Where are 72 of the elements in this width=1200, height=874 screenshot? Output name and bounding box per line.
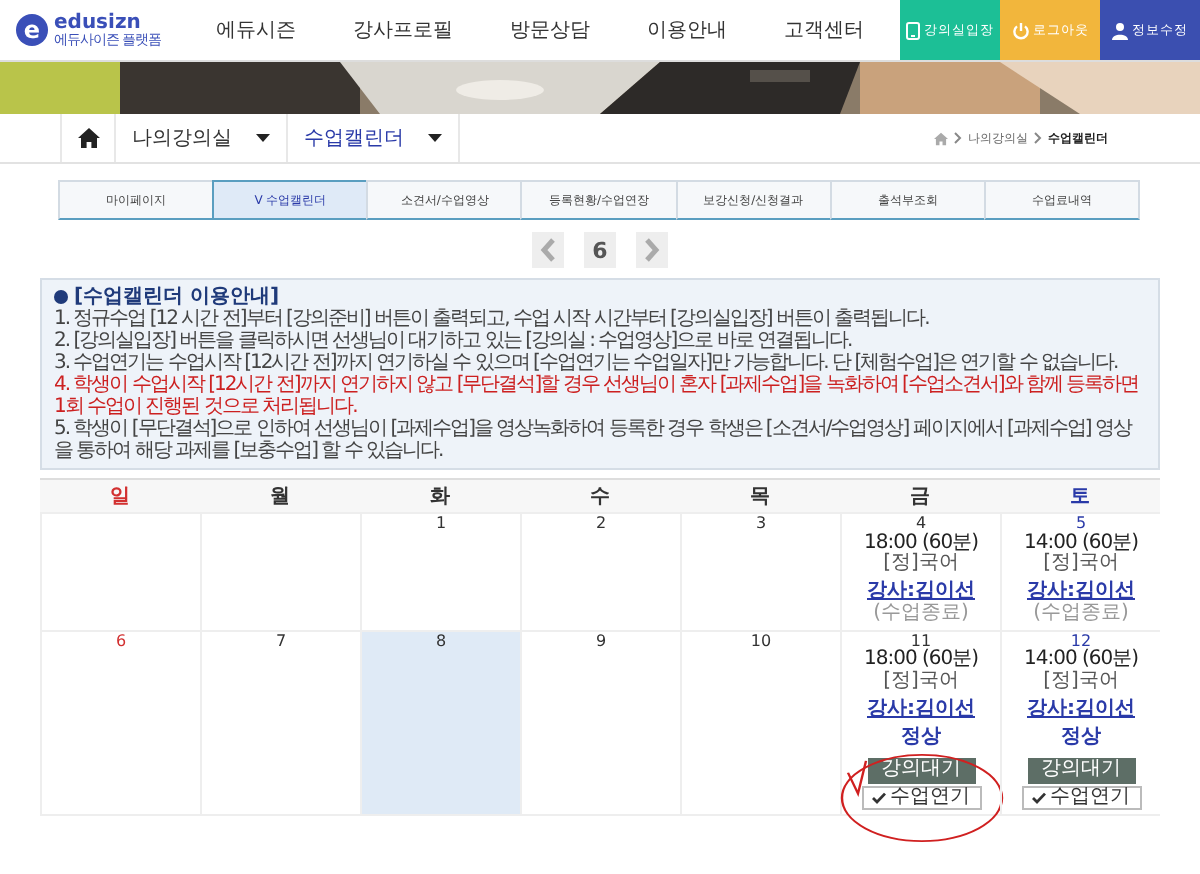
home-icon	[77, 128, 99, 148]
weekday-header: 화	[428, 484, 452, 512]
teacher-link[interactable]: 강사:김이선	[1027, 700, 1135, 722]
lesson-subject: [정]국어	[883, 672, 959, 695]
caret-icon	[428, 134, 442, 142]
teacher-link[interactable]: 강사:김이선	[1027, 582, 1135, 605]
notice-text: 5. 학생이 [무단결석]으로 인하여 선생님이 [과제수업]을 영상녹화하여 등록한 경우 학생은 [소견서/수업영상] 페이지에서 [과제수업] 영상을 통하여 해당 과제를 [보충수업] 할 수 있습니다.	[54, 418, 1134, 462]
day-number: 10	[750, 633, 772, 651]
lesson-subject: [정]국어	[1043, 554, 1119, 577]
lesson-time: 18:00 (60분)	[863, 650, 979, 671]
dropdown-menu[interactable]: 수업캘린더	[288, 114, 460, 162]
teacher-link[interactable]: 강사:김이선	[867, 700, 975, 722]
notice-text: 2. [강의실입장] 버튼을 클릭하시면 선생님이 대기하고 있는 [강의실 : 수업영상]으로 바로 연결됩니다.	[54, 330, 854, 352]
day-number: 9	[595, 633, 607, 651]
postpone-button[interactable]: 수업연기	[861, 785, 981, 810]
day-number: 2	[595, 516, 607, 534]
lesson-subject: [정]국어	[883, 554, 959, 577]
week-number: 6	[584, 232, 616, 268]
day-number: 5	[1075, 516, 1087, 532]
lesson-time: 18:00 (60분)	[863, 533, 979, 554]
day-number: 6	[115, 633, 127, 651]
weekday-header: 금	[908, 484, 932, 512]
wait-button[interactable]: 강의대기	[1027, 757, 1135, 784]
weekday-header: 월	[268, 484, 292, 512]
lesson-status: 정상	[901, 727, 941, 750]
chevron-left-icon	[540, 238, 556, 262]
check-icon	[872, 791, 886, 804]
weekday-header: 토	[1068, 484, 1092, 512]
day-number: 4	[915, 516, 927, 532]
nav-link[interactable]: 방문상담	[509, 16, 590, 44]
bullet-icon	[54, 290, 68, 304]
nav-link[interactable]: 이용안내	[646, 16, 727, 44]
logo-name[interactable]: edusizn	[54, 13, 162, 33]
day-number: 11	[910, 633, 932, 650]
weekday-header: 목	[748, 484, 772, 512]
postpone-button[interactable]: 수업연기	[1021, 785, 1141, 810]
chevron-icon	[954, 132, 962, 144]
caret-icon	[256, 134, 270, 142]
tablet-icon	[906, 21, 920, 39]
lesson-status: (수업종료)	[1033, 604, 1129, 626]
lesson-time: 14:00 (60분)	[1023, 650, 1139, 671]
power-icon	[1011, 21, 1029, 39]
notice-title: [수업캘린더 이용안내]	[74, 286, 280, 308]
next-button[interactable]	[636, 232, 668, 268]
lesson-status: 정상	[1061, 727, 1101, 750]
teacher-link[interactable]: 강사:김이선	[867, 582, 975, 605]
notice-text: 3. 수업연기는 수업시작 [12시간 전]까지 연기하실 수 있으며 [수업연기는 수업일자]만 가능합니다. 단 [체험수업]은 연기할 수 없습니다.	[54, 352, 1120, 374]
lesson-time: 14:00 (60분)	[1023, 533, 1139, 554]
chevron-right-icon	[644, 238, 660, 262]
logo-mark[interactable]: e	[16, 14, 48, 46]
nav-link[interactable]: 강사프로필	[353, 16, 454, 44]
lesson-subject: [정]국어	[1043, 672, 1119, 695]
notice-text: 1. 정규수업 [12 시간 전]부터 [강의준비] 버튼이 출력되고, 수업 시작 시간부터 [강의실입장] 버튼이 출력됩니다.	[54, 308, 931, 330]
check-icon	[1032, 791, 1046, 804]
weekday-header: 일	[108, 484, 132, 512]
day-number: 7	[275, 633, 287, 651]
wait-button[interactable]: 강의대기	[867, 757, 975, 784]
home-button[interactable]	[60, 114, 116, 162]
nav-link[interactable]: 에듀시즌	[216, 16, 297, 44]
chevron-icon	[1034, 132, 1042, 144]
day-number: 8	[435, 633, 447, 651]
dropdown-menu[interactable]: 나의강의실	[116, 114, 288, 162]
lesson-status: (수업종료)	[873, 604, 969, 626]
nav-link[interactable]: 고객센터	[783, 16, 864, 44]
person-icon	[1112, 21, 1128, 39]
weekday-header: 수	[588, 484, 612, 512]
notice-text: 4. 학생이 수업시작 [12시간 전]까지 연기하지 않고 [무단결석]할 경우 선생님이 혼자 [과제수업]을 녹화하여 [수업소견서]와 함께 등록하면 1회 수업이 진행된 것으로 처리됩니다.	[54, 374, 1141, 418]
day-number: 1	[435, 516, 447, 534]
previous-button[interactable]	[532, 232, 564, 268]
day-number: 3	[755, 516, 767, 534]
day-number: 12	[1070, 633, 1092, 650]
home-icon	[934, 131, 948, 145]
